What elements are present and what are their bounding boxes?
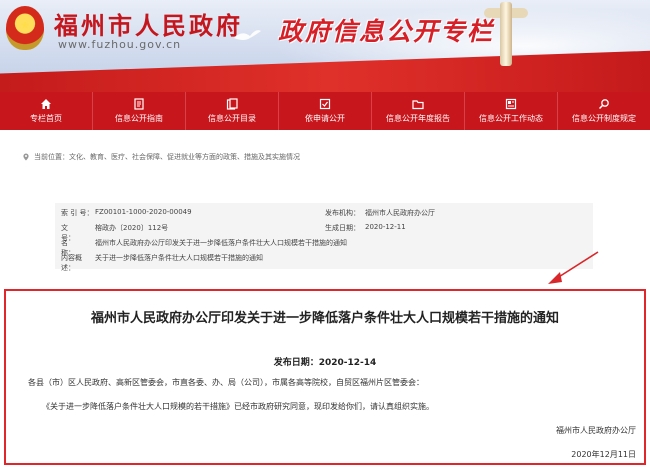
site-title[interactable]: 福州市人民政府 <box>54 6 243 41</box>
dove-icon <box>234 30 261 40</box>
meta-summary-label: 内容概述： <box>61 254 82 272</box>
article-publish-date: 发布日期：2020-12-14 <box>273 358 377 368</box>
nav-item-apply[interactable]: 依申请公开 <box>279 92 372 130</box>
meta-summary-value: 关于进一步降低落户条件壮大人口规模若干措施的通知 <box>95 254 263 262</box>
article-box: 福州市人民政府办公厅印发关于进一步降低落户条件壮大人口规模若干措施的通知 发布日… <box>4 289 646 465</box>
huabiao-pillar <box>500 2 512 66</box>
nav-item-annual-report[interactable]: 信息公开年度报告 <box>372 92 465 130</box>
meta-gendate-label: 生成日期： <box>325 224 360 232</box>
meta-issuer-label: 发布机构： <box>325 209 360 217</box>
article-title: 福州市人民政府办公厅印发关于进一步降低落户条件壮大人口规模若干措施的通知 <box>90 311 559 326</box>
main-nav: 专栏首页 信息公开指南 信息公开目录 依申请公开 信息公开年度报告 信息公开工作… <box>0 92 650 130</box>
article-sign-org: 福州市人民政府办公厅 <box>556 426 636 435</box>
meta-index-value: FZ00101-1000-2020-00049 <box>95 208 192 216</box>
nav-item-guide[interactable]: 信息公开指南 <box>93 92 186 130</box>
breadcrumb: 当前位置： 文化、教育、医疗、社会保障、促进就业等方面的政策、措施及其实施情况 <box>22 152 300 162</box>
book-icon <box>134 98 144 110</box>
meta-issuer-value: 福州市人民政府办公厅 <box>365 209 435 217</box>
national-emblem-icon: ★ <box>6 6 44 50</box>
nav-item-label: 信息公开制度规定 <box>572 114 636 123</box>
catalog-icon <box>226 98 238 110</box>
breadcrumb-prefix: 当前位置： <box>34 153 69 161</box>
search-icon <box>598 99 609 110</box>
article-salutation: 各县（市）区人民政府、高新区管委会，市直各委、办、局（公司），市属各高等院校，自… <box>28 378 424 387</box>
header-banner: ★ 福州市人民政府 www.fuzhou.gov.cn 政府信息公开专栏 <box>0 0 650 92</box>
nav-item-home[interactable]: 专栏首页 <box>0 92 93 130</box>
apply-icon <box>319 98 331 110</box>
annotation-arrow-icon <box>548 251 599 284</box>
nav-item-work-news[interactable]: 信息公开工作动态 <box>465 92 558 130</box>
document-meta-box: 索 引 号： FZ00101-1000-2020-00049 发布机构： 福州市… <box>55 203 593 272</box>
nav-item-label: 专栏首页 <box>30 114 62 123</box>
home-icon <box>41 99 51 109</box>
article-sign-date: 2020年12月11日 <box>571 450 636 459</box>
zone-title: 政府信息公开专栏 <box>278 17 495 46</box>
meta-gendate-value: 2020-12-11 <box>365 223 406 231</box>
nav-item-label: 信息公开工作动态 <box>479 114 543 123</box>
folder-icon <box>412 100 424 110</box>
article-body: 《关于进一步降低落户条件壮大人口规模的若干措施》已经市政府研究同意，现印发给你们… <box>42 402 434 411</box>
meta-index-label: 索 引 号： <box>61 209 94 217</box>
site-url: www.fuzhou.gov.cn <box>58 38 182 51</box>
nav-item-label: 依申请公开 <box>305 114 345 123</box>
nav-item-regulations[interactable]: 信息公开制度规定 <box>558 92 650 130</box>
nav-item-label: 信息公开目录 <box>208 114 256 123</box>
news-icon <box>505 98 517 110</box>
nav-item-label: 信息公开年度报告 <box>386 114 450 123</box>
location-pin-icon <box>23 153 29 161</box>
breadcrumb-link[interactable]: 文化、教育、医疗、社会保障、促进就业等方面的政策、措施及其实施情况 <box>69 152 300 162</box>
nav-item-label: 信息公开指南 <box>115 114 163 123</box>
emblem-star: ★ <box>19 18 31 32</box>
nav-item-catalog[interactable]: 信息公开目录 <box>186 92 279 130</box>
